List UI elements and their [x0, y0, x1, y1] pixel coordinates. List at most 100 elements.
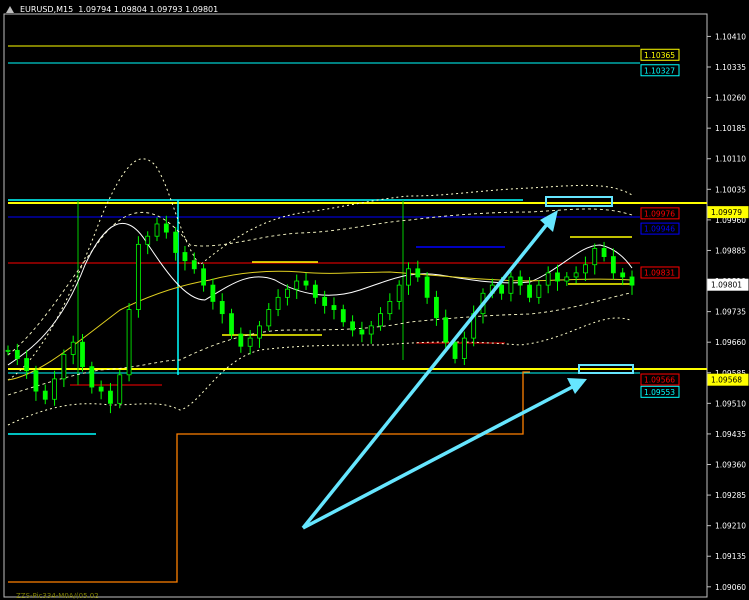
candle-body [517, 276, 523, 286]
candle-body [415, 268, 421, 278]
candle-body [14, 349, 20, 359]
price-tag-label: 1.10365 [644, 51, 675, 60]
highlight-box-upper[interactable] [545, 196, 613, 207]
candle-body [117, 374, 123, 404]
y-tick-label: 1.10335 [715, 63, 746, 72]
candle-body [368, 325, 374, 335]
candle-body [61, 354, 67, 380]
candle-body [210, 284, 216, 302]
candle-body [201, 268, 206, 286]
price-tag-label: 1.09553 [644, 388, 675, 397]
candle-body [340, 309, 346, 323]
candle-body [601, 248, 607, 257]
chart-window[interactable]: 1.10410 1.10335 1.10260 1.10185 1.10110 1.100… [0, 0, 749, 600]
inner-band-lower [7, 292, 631, 396]
candle-body [592, 248, 598, 266]
candle-body [247, 337, 253, 347]
candle-body [434, 296, 439, 319]
candle-body [322, 296, 328, 306]
candle-body [229, 313, 234, 335]
candle-body [536, 284, 542, 298]
candle-body [145, 235, 151, 245]
candle-body [396, 284, 402, 302]
plot-area-border [3, 13, 708, 598]
candle-body [70, 341, 76, 355]
candle-body [564, 276, 570, 282]
chart-header: EURUSD,M15 1.09794 1.09804 1.09793 1.098… [20, 5, 218, 14]
candle-body [135, 243, 141, 310]
candle-body [499, 284, 505, 294]
candle-body [378, 313, 383, 327]
candle-body [98, 386, 104, 392]
candle-body [89, 366, 95, 388]
candle-body [238, 333, 244, 347]
candle-body [461, 337, 467, 359]
y-tick-label: 1.09210 [715, 522, 746, 531]
y-tick-label: 1.10035 [715, 185, 746, 194]
candle-body [443, 317, 449, 343]
candles-layer [5, 215, 635, 414]
candle-body [191, 260, 197, 270]
candle-body [173, 231, 179, 253]
candle-body [629, 276, 635, 286]
candle-body [545, 272, 551, 286]
candle-body [424, 276, 430, 298]
candle-body [266, 309, 272, 327]
candle-body [154, 223, 160, 237]
candle-body [257, 325, 262, 339]
candle-body [52, 378, 57, 400]
candle-body [303, 280, 309, 286]
candle-body [5, 349, 11, 352]
triangle-icon [6, 6, 14, 13]
candle-body [294, 280, 300, 290]
price-tag-label: 1.09801 [711, 281, 742, 290]
candle-body [275, 296, 281, 310]
price-tag-label: 1.09568 [711, 376, 742, 385]
indicator-footer: ZZS-Pic334-M0A/(05.02 [16, 592, 99, 600]
candle-body [452, 341, 458, 359]
outer-band-upper [7, 158, 633, 381]
y-tick-label: 1.10260 [715, 94, 746, 103]
y-tick-label: 1.09735 [715, 308, 746, 317]
y-tick-label: 1.09660 [715, 338, 746, 347]
arrow-up-right-lower [302, 378, 587, 530]
symbol-label: EURUSD,M15 [20, 5, 74, 14]
y-tick-label: 1.09510 [715, 399, 746, 408]
candle-body [573, 272, 579, 278]
price-tag-label: 1.09566 [644, 376, 675, 385]
y-tick-label: 1.09135 [715, 552, 746, 561]
candle-body [219, 301, 225, 315]
y-tick-label: 1.09360 [715, 461, 746, 470]
candle-body [80, 341, 85, 368]
candle-body [350, 321, 355, 331]
y-tick-label: 1.09285 [715, 491, 746, 500]
price-tag-label: 1.10327 [644, 66, 675, 75]
ohlc-values: 1.09794 1.09804 1.09793 1.09801 [78, 5, 219, 14]
candle-body [33, 370, 39, 392]
candle-body [583, 264, 588, 274]
price-axis[interactable]: 1.10410 1.10335 1.10260 1.10185 1.10110 1.100… [707, 32, 746, 592]
price-tag-label: 1.09976 [644, 209, 675, 218]
y-tick-label: 1.09885 [715, 246, 746, 255]
candle-body [182, 252, 188, 262]
candle-body [108, 390, 113, 404]
y-tick-label: 1.10410 [715, 32, 746, 41]
y-tick-label: 1.10185 [715, 124, 746, 133]
candle-body [387, 301, 393, 315]
y-tick-label: 1.09435 [715, 430, 746, 439]
candle-body [620, 272, 626, 278]
candle-body [555, 272, 560, 282]
y-tick-label: 1.09060 [715, 583, 746, 592]
candle-body [508, 276, 514, 294]
outer-band-lower [7, 317, 631, 426]
candle-body [24, 358, 30, 372]
candle-body [610, 256, 616, 274]
price-chart[interactable]: 1.10410 1.10335 1.10260 1.10185 1.10110 1.100… [0, 0, 749, 600]
candle-body [406, 268, 411, 286]
candle-body [527, 284, 532, 298]
candle-body [163, 223, 169, 233]
candle-body [126, 309, 132, 376]
price-tag-label: 1.09831 [644, 268, 675, 277]
candle-body [312, 284, 318, 298]
y-tick-label: 1.10110 [715, 155, 746, 164]
